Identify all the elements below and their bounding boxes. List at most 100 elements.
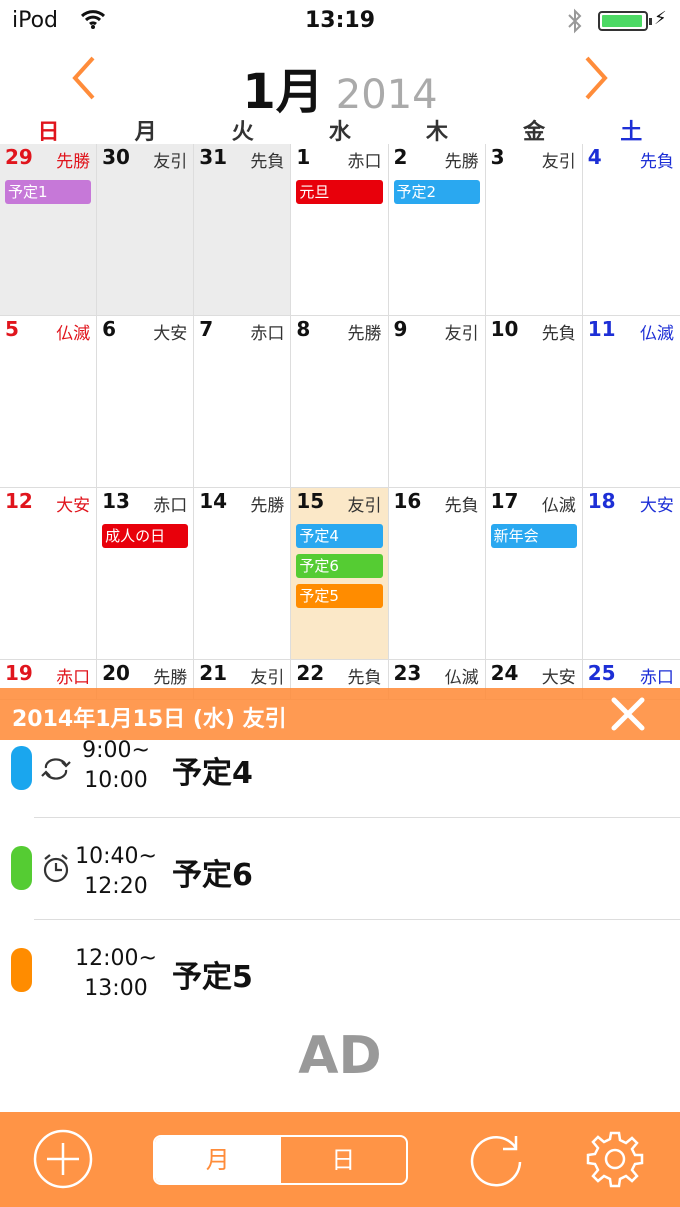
rokuyo-label: 仏滅 [56,324,91,344]
day-number: 1 [296,145,311,169]
day-number: 2 [393,145,408,169]
day-number: 4 [587,145,602,169]
rokuyo-label: 大安 [153,324,188,344]
event-list-item[interactable]: 12:00~ 13:00 予定5 [0,920,680,1022]
event-color-bar [11,948,32,992]
day-number: 19 [5,661,33,685]
calendar-event-chip[interactable]: 予定6 [296,554,383,578]
calendar-week: 12 大安 13 赤口 成人の日 14 先勝 15 友引 予定4 予定6 予定5 16 先負 17 仏滅 新年会… [0,488,680,660]
calendar-event-chip[interactable]: 予定4 [296,524,383,548]
refresh-button[interactable] [466,1128,528,1190]
battery-icon [598,11,652,31]
rokuyo-label: 先負 [347,668,382,688]
calendar-event-chip[interactable]: 元旦 [296,180,383,204]
day-view-tab[interactable]: 日 [281,1137,407,1183]
calendar-day-cell[interactable]: 8 先勝 [291,316,389,487]
day-number: 21 [199,661,228,685]
calendar-day-cell[interactable]: 7 赤口 [194,316,292,487]
month-label: 1月 [242,64,324,120]
weekday-fri: 金 [523,120,546,145]
calendar-event-chip[interactable]: 予定1 [5,180,92,204]
calendar-day-cell[interactable]: 16 先負 [389,488,486,659]
event-time: 10:40~ 12:20 [74,842,158,902]
calendar-day-cell[interactable]: 14 先勝 [194,488,292,659]
weekday-thu: 木 [426,120,449,145]
rokuyo-label: 先勝 [347,324,382,344]
calendar-day-cell[interactable]: 9 友引 [389,316,486,487]
event-list-item[interactable]: 9:00~ 10:00 予定4 [0,738,680,818]
day-number: 6 [102,317,117,341]
calendar-day-cell[interactable]: 2 先勝予定2 [389,144,486,315]
calendar-day-cell[interactable]: 1 赤口 元旦 [291,144,389,315]
alarm-clock-icon [43,854,69,883]
calendar-day-cell[interactable]: 13 赤口成人の日 [97,488,195,659]
rokuyo-label: 先負 [639,152,674,172]
calendar-day-cell[interactable]: 5 仏滅 [0,316,98,487]
month-view-tab[interactable]: 月 [155,1137,281,1183]
event-title: 予定6 [172,858,253,893]
event-time: 9:00~ 10:00 [74,736,158,796]
add-event-button[interactable] [32,1128,94,1190]
day-number: 20 [102,661,130,685]
day-number: 18 [587,489,616,513]
settings-gear-button[interactable] [584,1128,646,1190]
event-color-bar [11,746,32,790]
calendar-day-cell[interactable]: 18 大安 [583,488,680,659]
rokuyo-label: 赤口 [250,324,285,344]
day-number: 10 [490,317,519,341]
calendar-day-cell[interactable]: 15 友引 予定4 予定6 予定5 [291,488,389,659]
rokuyo-label: 先勝 [444,152,479,172]
rokuyo-label: 友引 [541,152,576,172]
day-number: 12 [5,489,33,513]
event-start-time: 10:40~ [75,844,157,869]
rokuyo-label: 大安 [541,668,576,688]
calendar-week: 5 仏滅 6 大安 7 赤口 8 先勝 9 友引 10 先負 11 仏滅 [0,316,680,488]
day-number: 11 [587,317,616,341]
calendar-day-cell[interactable]: 10 先負 [486,316,583,487]
selected-day-label: 2014年1月15日 (水) 友引 [12,707,287,732]
next-month-button[interactable] [568,50,624,106]
selected-day-banner: 2014年1月15日 (水) 友引 [0,688,680,740]
calendar-day-cell[interactable]: 31 先負 [194,144,292,315]
event-title: 予定4 [172,756,253,791]
calendar-day-cell[interactable]: 4 先負 [583,144,680,315]
calendar-day-cell[interactable]: 6 大安 [97,316,195,487]
day-number: 31 [199,145,228,169]
event-list: 9:00~ 10:00 予定4 10:40~ 12:20 予定6 12:00~ 13:00 予定… [0,738,680,1022]
close-icon[interactable] [606,694,650,734]
calendar-event-chip[interactable]: 新年会 [490,524,577,548]
rokuyo-label: 先勝 [250,496,285,516]
day-number: 29 [5,145,33,169]
rokuyo-label: 大安 [56,496,91,516]
event-end-time: 10:00 [84,768,148,793]
day-number: 13 [102,489,130,513]
rokuyo-label: 赤口 [153,496,188,516]
event-list-item[interactable]: 10:40~ 12:20 予定6 [0,818,680,920]
rokuyo-label: 先負 [541,324,576,344]
view-mode-segmented-control: 月 日 [153,1135,408,1185]
day-number: 14 [199,489,228,513]
calendar-event-chip[interactable]: 予定5 [296,584,383,608]
rokuyo-label: 赤口 [639,668,674,688]
calendar-grid: 29 先勝 予定1 30 友引 31 先負 1 赤口 元旦 2 先勝 予定2 3 友引 4 先負 5 仏滅 6 大安 7 赤… [0,144,680,700]
weekday-row: 日 月 火 水 木 金 土 [0,114,680,146]
day-number: 24 [490,661,519,685]
weekday-sun: 日 [37,120,60,145]
event-start-time: 12:00~ [75,946,157,971]
calendar-day-cell[interactable]: 29 先勝 予定1 [0,144,98,315]
calendar-day-cell[interactable]: 17 仏滅 新年会 [486,488,583,659]
day-number: 9 [393,317,408,341]
event-time: 12:00~ 13:00 [74,944,158,1004]
calendar-event-chip[interactable]: 成人の日 [102,524,189,548]
calendar-day-cell[interactable]: 11 仏滅 [583,316,680,487]
event-end-time: 13:00 [84,976,148,1001]
calendar-event-chip[interactable]: 予定2 [393,180,480,204]
calendar-day-cell[interactable]: 30 友引 [97,144,195,315]
chevron-right-icon [585,56,608,100]
month-header: 1月 2014 [0,42,680,120]
ad-banner[interactable]: AD [0,1026,680,1086]
calendar-day-cell[interactable]: 12 大安 [0,488,98,659]
day-number: 8 [296,317,311,341]
calendar-day-cell[interactable]: 3 友引 [486,144,583,315]
rokuyo-label: 友引 [250,668,285,688]
